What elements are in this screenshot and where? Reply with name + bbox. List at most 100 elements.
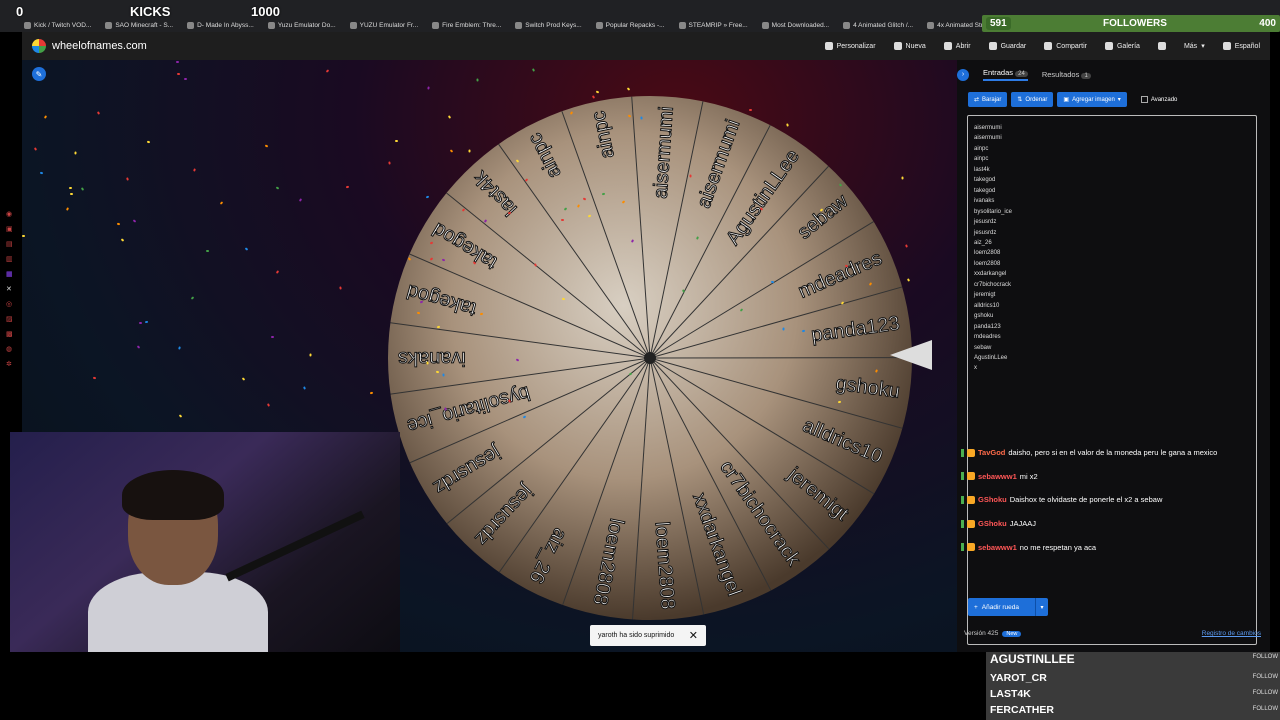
confetti-piece bbox=[177, 73, 181, 76]
chevron-down-icon: ▾ bbox=[1117, 97, 1121, 103]
toast-close-icon[interactable]: ✕ bbox=[689, 629, 698, 642]
confetti-piece bbox=[264, 144, 269, 148]
follower-name: FERCATHER bbox=[990, 704, 1054, 716]
shuffle-button[interactable]: ⇄ Barajar bbox=[968, 92, 1008, 107]
bookmark-item[interactable]: D- Made In Abyss... bbox=[187, 22, 254, 29]
chevron-down-icon: ▾ bbox=[1201, 43, 1205, 50]
stream-icon: ◉ bbox=[6, 211, 13, 218]
bookmark-item[interactable]: Yuzu Emulator Do... bbox=[267, 22, 336, 29]
bookmark-label: Yuzu Emulator Do... bbox=[277, 22, 336, 29]
overlay-count-left: 0 bbox=[16, 4, 24, 19]
tab-entries[interactable]: Entradas 24 bbox=[983, 68, 1028, 81]
sort-icon: ⇅ bbox=[1017, 97, 1023, 103]
confetti-piece bbox=[640, 116, 643, 120]
bookmark-label: Kick / Twitch VOD... bbox=[34, 22, 92, 29]
follower-follow-label: FOLLOW bbox=[1252, 674, 1278, 680]
gallery-button[interactable]: Galería bbox=[1104, 42, 1140, 50]
webcam-feed bbox=[10, 432, 400, 652]
results-count: 1 bbox=[1081, 73, 1091, 79]
confetti-piece bbox=[34, 147, 38, 152]
bookmark-favicon-icon bbox=[267, 22, 275, 29]
entry-line: aiz_26 bbox=[974, 239, 992, 246]
chat-username: sebawww1 bbox=[978, 542, 1017, 552]
wheel[interactable]: aisermumi aisermumiAgustinLLeesebawmdeadr… bbox=[385, 93, 915, 623]
entry-line: jesusrdz bbox=[974, 219, 997, 226]
add-wheel-button[interactable]: + Añadir rueda ▾ bbox=[968, 598, 1048, 616]
site-logo[interactable]: wheelofnames.com bbox=[32, 39, 147, 53]
bookmark-item[interactable]: Popular Repacks -... bbox=[595, 22, 665, 29]
add-image-button[interactable]: ▣ Agregar imagen ▾ bbox=[1057, 92, 1127, 107]
followers-goal: 400 bbox=[1259, 18, 1276, 29]
followers-goal-bar: 591 FOLLOWERS 400 bbox=[982, 15, 1280, 32]
chat-platform-icon bbox=[961, 519, 964, 528]
entries-textarea[interactable]: aisermumi aisermumi ainpc ainpc last4k takego… bbox=[967, 115, 1257, 645]
chat-text: no me respetan ya aca bbox=[1019, 542, 1097, 552]
changelog-link[interactable]: Registro de cambios bbox=[1202, 630, 1261, 637]
tab-results[interactable]: Resultados 1 bbox=[1042, 70, 1091, 79]
collapse-panel-icon[interactable]: › bbox=[957, 68, 969, 81]
kicks-value: 1000 bbox=[251, 4, 280, 19]
chat-text: daisho, pero si en el valor de la moneda… bbox=[1008, 448, 1218, 458]
open-button[interactable]: Abrir bbox=[943, 42, 971, 50]
confetti-piece bbox=[844, 264, 848, 268]
bookmark-item[interactable]: STEAMRIP » Free... bbox=[678, 22, 748, 29]
sort-button[interactable]: ⇅ Ordenar bbox=[1011, 92, 1054, 107]
chat-username: sebawww1 bbox=[978, 471, 1017, 481]
chat-badge-icon bbox=[967, 495, 975, 504]
fullscreen-button[interactable] bbox=[1157, 42, 1166, 50]
palette-icon bbox=[824, 42, 833, 50]
bookmark-item[interactable]: Fire Emblem: Thre... bbox=[432, 22, 501, 29]
chat-username: GShoku bbox=[978, 495, 1007, 505]
personalize-button[interactable]: Personalizar bbox=[824, 42, 876, 50]
chat-message: sebawww1 no me respetan ya aca bbox=[957, 535, 1257, 559]
entry-line: mdeadres bbox=[974, 334, 1001, 341]
entry-line: gshoku bbox=[974, 313, 994, 320]
entry-line: xxdarkangel bbox=[974, 271, 1007, 278]
bookmark-label: Fire Emblem: Thre... bbox=[442, 22, 502, 29]
bookmark-item[interactable]: YUZU Emulator Fr... bbox=[349, 22, 418, 29]
confetti-piece bbox=[190, 295, 195, 300]
follower-follow-label: FOLLOW bbox=[1252, 690, 1278, 696]
confetti-piece bbox=[80, 187, 85, 191]
confetti-piece bbox=[303, 386, 306, 390]
chat-platform-icon bbox=[961, 543, 964, 552]
entry-line: loem2808 bbox=[974, 250, 1001, 257]
mail-icon: ▩ bbox=[6, 331, 13, 338]
followers-current: 591 bbox=[986, 17, 1011, 30]
bookmark-item[interactable]: SAO Minecraft - S... bbox=[105, 22, 173, 29]
bookmark-item[interactable]: Switch Prod Keys... bbox=[515, 22, 582, 29]
bookmark-favicon-icon bbox=[678, 22, 686, 29]
chevron-down-icon[interactable]: ▾ bbox=[1035, 598, 1048, 616]
confetti-piece bbox=[782, 326, 785, 331]
chat-badge-icon bbox=[967, 519, 975, 528]
confetti-piece bbox=[39, 171, 43, 174]
search-icon bbox=[1104, 42, 1113, 50]
confetti-piece bbox=[425, 361, 429, 365]
chat-message: TavGod daisho, pero si en el valor de la … bbox=[957, 441, 1257, 465]
edit-pencil-icon[interactable]: ✎ bbox=[32, 67, 46, 81]
entry-line: alldrics10 bbox=[974, 302, 1000, 309]
new-button[interactable]: Nueva bbox=[893, 42, 926, 50]
confetti-piece bbox=[369, 391, 373, 395]
bookmark-label: Most Downloaded... bbox=[771, 22, 830, 29]
bookmark-label: 4 Animated Glitch /... bbox=[853, 22, 914, 29]
bookmark-item[interactable]: Most Downloaded... bbox=[761, 22, 830, 29]
language-menu[interactable]: Español bbox=[1222, 42, 1260, 50]
bookmark-item[interactable]: 4 Animated Glitch /... bbox=[843, 22, 913, 29]
confetti-piece bbox=[193, 168, 197, 173]
confetti-piece bbox=[44, 114, 48, 119]
entries-panel: › Entradas 24 Resultados 1 ⇄ Barajar ⇅ Ord… bbox=[957, 60, 1270, 652]
share-button[interactable]: Compartir bbox=[1044, 42, 1087, 50]
advanced-checkbox[interactable]: Avanzado bbox=[1140, 96, 1177, 103]
confetti-piece bbox=[92, 376, 97, 380]
more-menu[interactable]: Más ▾ bbox=[1184, 42, 1205, 51]
follower-row: LAST4K FOLLOW bbox=[986, 688, 1280, 704]
settings-icon: ✲ bbox=[6, 361, 12, 368]
record-icon: ◎ bbox=[6, 301, 13, 308]
recent-followers-list: AGUSTINLLEE FOLLOW YAROT_CR FOLLOW LAST4K FOL… bbox=[986, 652, 1280, 720]
save-button[interactable]: Guardar bbox=[988, 42, 1026, 50]
wheel-logo-icon bbox=[32, 39, 46, 53]
bookmark-item[interactable]: Kick / Twitch VOD... bbox=[24, 22, 91, 29]
entry-line: AgustinLLee bbox=[974, 354, 1008, 361]
follower-follow-label: FOLLOW bbox=[1252, 654, 1278, 660]
